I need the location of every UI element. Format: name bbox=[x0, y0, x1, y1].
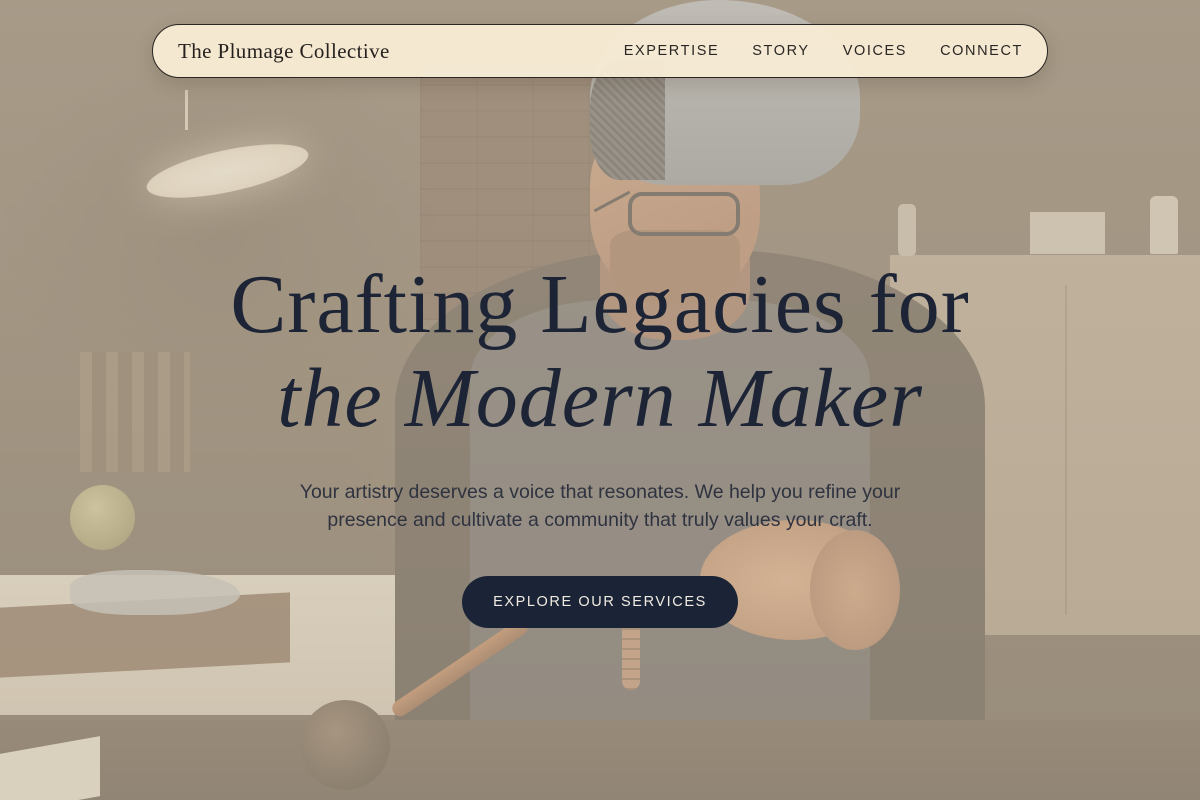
hero-subtext: Your artistry deserves a voice that reso… bbox=[299, 481, 901, 531]
brand-logo-link[interactable]: The Plumage Collective bbox=[178, 39, 390, 64]
top-navigation: The Plumage Collective EXPERTISE STORY V… bbox=[152, 24, 1048, 78]
nav-link-expertise[interactable]: EXPERTISE bbox=[624, 43, 720, 59]
nav-links: EXPERTISE STORY VOICES CONNECT bbox=[624, 43, 1023, 59]
nav-link-story[interactable]: STORY bbox=[752, 43, 809, 59]
explore-services-button[interactable]: EXPLORE OUR SERVICES bbox=[462, 576, 738, 628]
hero-section: Crafting Legacies for the Modern Maker Y… bbox=[0, 258, 1200, 628]
nav-link-connect[interactable]: CONNECT bbox=[940, 43, 1023, 59]
nav-link-voices[interactable]: VOICES bbox=[843, 43, 907, 59]
hero-headline-line2: the Modern Maker bbox=[277, 352, 923, 445]
hero-headline: Crafting Legacies for the Modern Maker bbox=[0, 258, 1200, 446]
hero-headline-line1: Crafting Legacies for bbox=[230, 258, 970, 351]
